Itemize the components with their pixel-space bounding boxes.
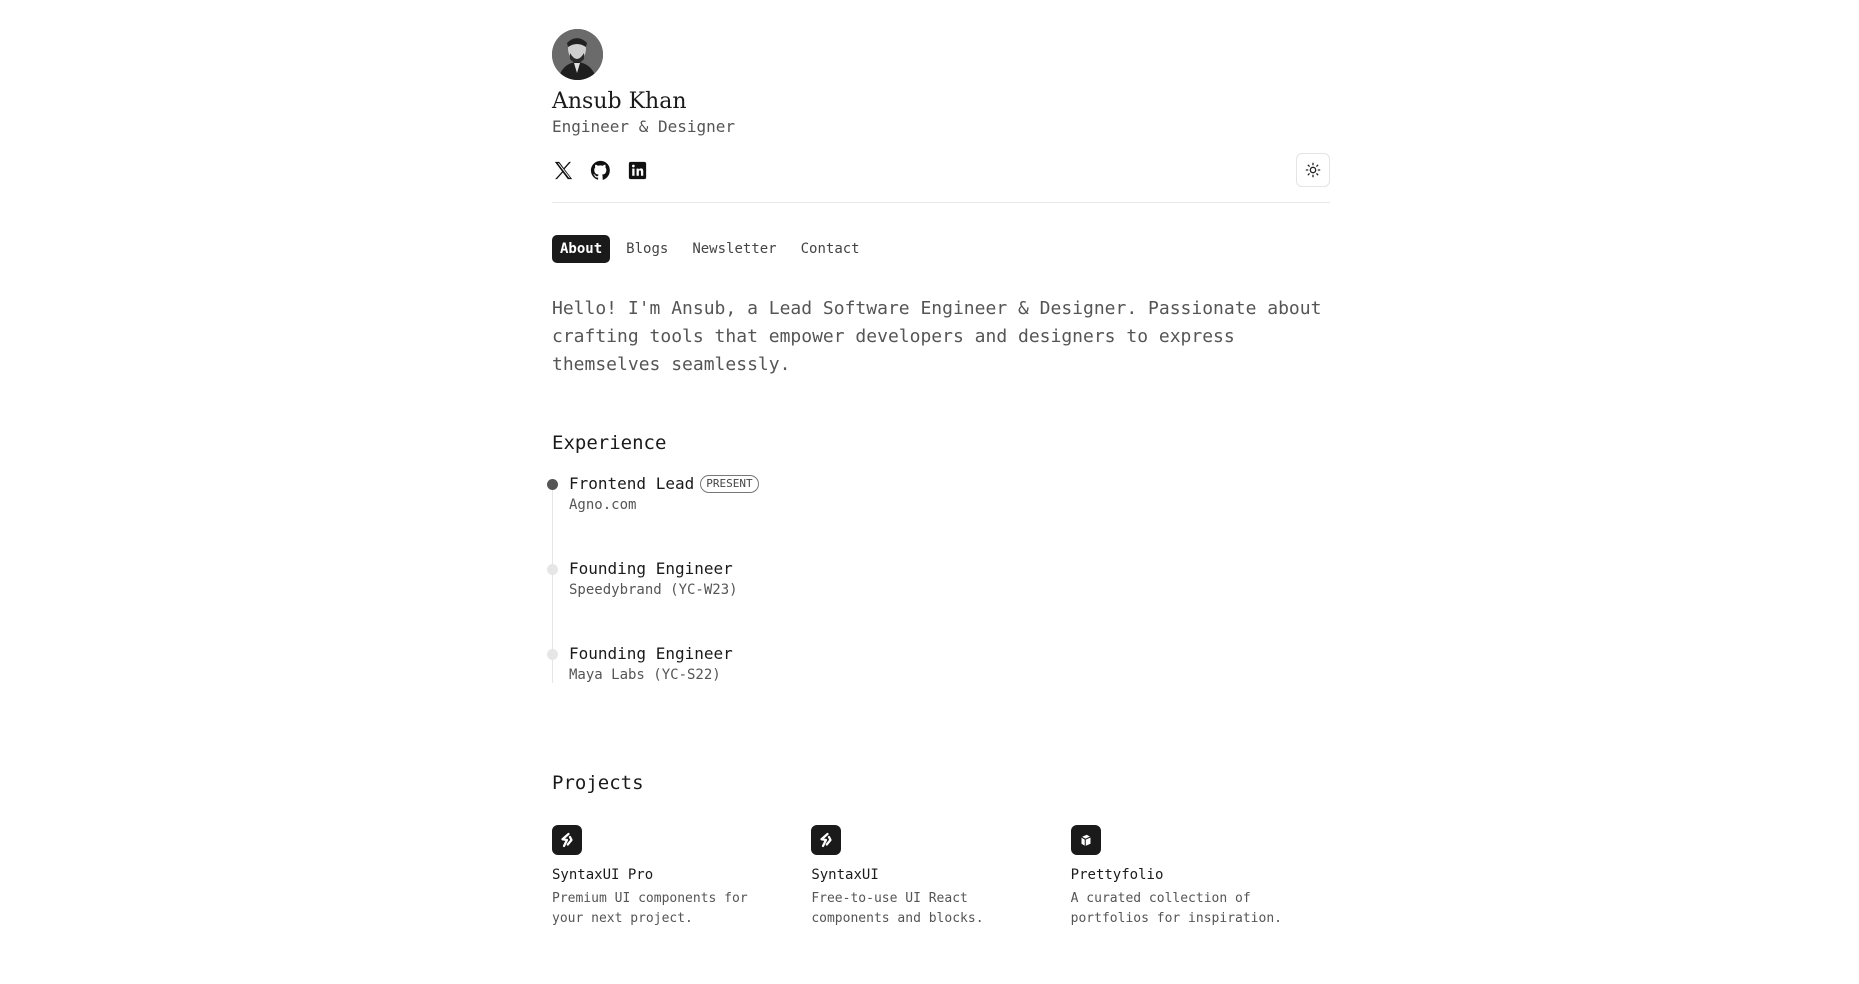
timeline-dot: [547, 649, 558, 660]
timeline-dot-current: [547, 479, 558, 490]
present-badge: PRESENT: [700, 475, 759, 493]
experience-item: Founding Engineer Maya Labs (YC-S22): [547, 643, 1330, 683]
experience-role: Founding Engineer: [569, 643, 1330, 665]
profile-name: Ansub Khan: [552, 89, 687, 114]
tab-newsletter[interactable]: Newsletter: [684, 235, 784, 263]
project-card[interactable]: Prettyfolio A curated collection of port…: [1070, 825, 1330, 929]
project-card[interactable]: SyntaxUI Free-to-use UI React components…: [811, 825, 1070, 929]
tab-contact[interactable]: Contact: [793, 235, 868, 263]
main-column: Ansub Khan Engineer & Designer About Blo…: [547, 29, 1330, 929]
experience-company: Agno.com: [569, 497, 637, 513]
timeline-dot: [547, 564, 558, 575]
sun-icon: [1305, 162, 1321, 178]
project-card[interactable]: SyntaxUI Pro Premium UI components for y…: [552, 825, 811, 929]
syntaxui-logo-icon: [811, 825, 842, 855]
experience-role: Frontend Lead PRESENT: [569, 473, 1330, 495]
tab-about[interactable]: About: [552, 235, 611, 263]
social-links: [552, 159, 649, 182]
prettyfolio-logo-icon: [1070, 825, 1101, 855]
github-icon[interactable]: [589, 159, 612, 182]
project-name: SyntaxUI: [811, 867, 879, 883]
experience-company: Speedybrand (YC-W23): [569, 582, 738, 598]
linkedin-icon[interactable]: [626, 159, 649, 182]
experience-timeline: Frontend Lead PRESENT Agno.com Founding …: [547, 473, 1330, 683]
project-name: SyntaxUI Pro: [552, 867, 654, 883]
social-row: [552, 152, 1330, 188]
experience-role-label: Frontend Lead: [569, 474, 695, 493]
profile-role: Engineer & Designer: [552, 117, 736, 136]
project-description: A curated collection of portfolios for i…: [1070, 891, 1282, 926]
project-name: Prettyfolio: [1070, 867, 1164, 883]
experience-item: Founding Engineer Speedybrand (YC-W23): [547, 558, 1330, 643]
projects-grid: SyntaxUI Pro Premium UI components for y…: [552, 825, 1330, 929]
tab-blogs[interactable]: Blogs: [618, 235, 676, 263]
intro-text: Hello! I'm Ansub, a Lead Software Engine…: [552, 298, 1322, 375]
experience-company: Maya Labs (YC-S22): [569, 667, 721, 683]
nav-tabs: About Blogs Newsletter Contact: [552, 235, 1330, 263]
experience-role-label: Founding Engineer: [569, 559, 733, 578]
experience-title: Experience: [552, 432, 667, 454]
theme-toggle-button[interactable]: [1296, 153, 1330, 187]
x-icon[interactable]: [552, 159, 575, 182]
project-description: Premium UI components for your next proj…: [552, 891, 748, 926]
header-divider: [552, 202, 1330, 203]
avatar-image: [552, 29, 603, 80]
experience-role-label: Founding Engineer: [569, 644, 733, 663]
syntaxui-logo-icon: [552, 825, 582, 855]
avatar: [552, 29, 603, 80]
projects-title: Projects: [552, 772, 644, 794]
page: Ansub Khan Engineer & Designer About Blo…: [0, 0, 1859, 984]
experience-item: Frontend Lead PRESENT Agno.com: [547, 473, 1330, 558]
experience-role: Founding Engineer: [569, 558, 1330, 580]
project-description: Free-to-use UI React components and bloc…: [811, 891, 984, 926]
